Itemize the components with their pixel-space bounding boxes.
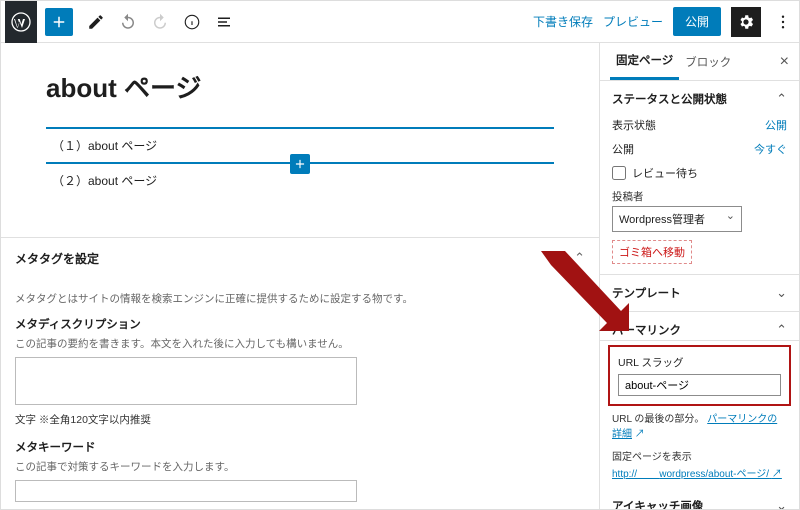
meta-desc-input[interactable] xyxy=(15,357,357,405)
chevron-down-icon: ⌄ xyxy=(776,285,787,301)
chevron-up-icon: ⌃ xyxy=(776,91,787,107)
more-menu-icon[interactable] xyxy=(771,7,795,37)
page-title[interactable]: about ページ xyxy=(46,68,554,105)
author-select[interactable]: Wordpress管理者 xyxy=(612,206,742,232)
meta-keyword-hint: この記事で対策するキーワードを入力します。 xyxy=(15,459,585,474)
add-block-button[interactable] xyxy=(45,8,73,36)
visibility-value[interactable]: 公開 xyxy=(765,117,787,133)
edit-icon[interactable] xyxy=(81,7,111,37)
external-link-icon: ↗ xyxy=(635,429,645,440)
chevron-down-icon: ⌄ xyxy=(776,498,787,509)
move-to-trash-link[interactable]: ゴミ箱へ移動 xyxy=(612,240,692,264)
panel-permalink-title: パーマリンク xyxy=(612,322,681,338)
meta-title: メタタグを設定 xyxy=(15,250,585,267)
panel-status-title: ステータスと公開状態 xyxy=(612,91,727,107)
meta-section: メタタグを設定 ⌃ xyxy=(1,237,599,279)
publish-value[interactable]: 今すぐ xyxy=(754,141,787,157)
panel-status[interactable]: ステータスと公開状態 ⌃ xyxy=(612,91,787,107)
wordpress-logo[interactable] xyxy=(5,1,37,43)
author-label: 投稿者 xyxy=(612,189,787,204)
author-value: Wordpress管理者 xyxy=(619,214,705,226)
panel-permalink[interactable]: パーマリンク ⌃ xyxy=(612,322,787,338)
editor-canvas: about ページ （１）about ページ （２）about ページ メタタグ… xyxy=(1,43,599,509)
permalink-highlight-box: URL スラッグ xyxy=(608,345,791,406)
panel-template-title: テンプレート xyxy=(612,285,681,301)
save-draft-link[interactable]: 下書き保存 xyxy=(533,13,593,30)
close-icon[interactable]: × xyxy=(780,53,789,71)
settings-button[interactable] xyxy=(731,7,761,37)
fixed-page-display: 固定ページを表示 xyxy=(612,448,787,463)
meta-description-text: メタタグとはサイトの情報を検索エンジンに正確に提供するために設定する物です。 xyxy=(15,291,585,306)
panel-eyecatch-title: アイキャッチ画像 xyxy=(612,498,703,509)
pending-review-label: レビュー待ち xyxy=(632,165,698,181)
outline-icon[interactable] xyxy=(209,7,239,37)
panel-eyecatch[interactable]: アイキャッチ画像 ⌄ xyxy=(612,498,787,509)
slug-label: URL スラッグ xyxy=(618,355,781,370)
meta-char-counter: 文字 ※全角120文字以内推奨 xyxy=(15,412,585,427)
info-icon[interactable] xyxy=(177,7,207,37)
preview-link[interactable]: プレビュー xyxy=(603,13,663,30)
editor-topbar: 下書き保存 プレビュー 公開 xyxy=(1,1,799,43)
publish-label: 公開 xyxy=(612,141,634,157)
pending-review-input[interactable] xyxy=(612,166,626,180)
settings-sidebar: 固定ページ ブロック × ステータスと公開状態 ⌃ 表示状態 公開 公開 今すぐ xyxy=(599,43,799,509)
permalink-hint: URL の最後の部分。 パーマリンクの詳細 ↗ xyxy=(612,410,787,440)
external-link-icon: ↗ xyxy=(772,469,782,480)
undo-icon[interactable] xyxy=(113,7,143,37)
chevron-up-icon[interactable]: ⌃ xyxy=(574,250,585,266)
panel-template[interactable]: テンプレート ⌄ xyxy=(612,285,787,301)
add-block-inline-button[interactable] xyxy=(290,154,310,174)
pending-review-checkbox[interactable]: レビュー待ち xyxy=(612,165,787,181)
tab-block[interactable]: ブロック xyxy=(679,43,737,80)
visibility-label: 表示状態 xyxy=(612,117,656,133)
tab-page[interactable]: 固定ページ xyxy=(610,43,679,80)
slug-input[interactable] xyxy=(618,374,781,396)
redo-icon[interactable] xyxy=(145,7,175,37)
permalink-url[interactable]: http:// wordpress/about-ページ/ ↗ xyxy=(612,465,787,480)
meta-desc-label: メタディスクリプション xyxy=(15,316,585,332)
chevron-up-icon: ⌃ xyxy=(776,322,787,338)
meta-keyword-label: メタキーワード xyxy=(15,439,585,455)
meta-desc-hint: この記事の要約を書きます。本文を入れた後に入力しても構いません。 xyxy=(15,336,585,351)
publish-button[interactable]: 公開 xyxy=(673,7,721,36)
block-inserter-divider xyxy=(46,162,554,164)
meta-keyword-input[interactable] xyxy=(15,480,357,502)
